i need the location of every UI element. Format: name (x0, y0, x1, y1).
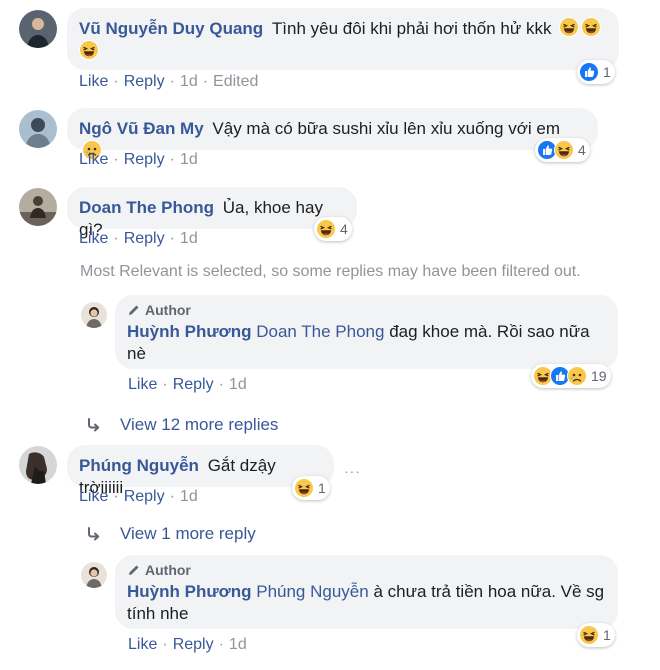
view-more-label[interactable]: View 12 more replies (120, 415, 278, 435)
reply-bubble: Author Huỳnh Phương Doan The Phong đag k… (115, 295, 618, 369)
commenter-name[interactable]: Huỳnh Phương (127, 582, 252, 601)
like-button[interactable]: Like (128, 376, 157, 393)
avatar[interactable] (19, 10, 57, 48)
avatar[interactable] (19, 446, 57, 484)
sad-icon (567, 366, 587, 386)
reaction-summary[interactable]: 4 (314, 217, 352, 241)
comment-text: Vậy mà có bữa sushi xỉu lên xỉu xuống vớ… (212, 119, 560, 138)
reaction-count: 4 (578, 142, 586, 158)
avatar[interactable] (81, 562, 107, 588)
reply-button[interactable]: Reply (173, 636, 214, 653)
haha-icon (559, 17, 579, 37)
reply-button[interactable]: Reply (124, 230, 165, 247)
commenter-name[interactable]: Ngô Vũ Đan My (79, 119, 204, 138)
view-more-replies-link[interactable]: View 12 more replies (86, 415, 278, 435)
avatar[interactable] (19, 188, 57, 226)
timestamp[interactable]: 1d (229, 636, 247, 653)
timestamp[interactable]: 1d (180, 488, 198, 505)
comment-actions: Like · Reply · 1d · Edited (79, 73, 259, 90)
timestamp[interactable]: 1d (180, 230, 198, 247)
like-button[interactable]: Like (79, 488, 108, 505)
comment-text: Tình yêu đôi khi phải hơi thốn hử kkk (271, 19, 552, 38)
reply-bubble: Author Huỳnh Phương Phúng Nguyễn à chưa … (115, 555, 618, 629)
haha-icon (554, 140, 574, 160)
more-options-icon[interactable]: ··· (344, 463, 361, 479)
reply-actions: Like · Reply · 1d (128, 376, 247, 393)
filter-notice: Most Relevant is selected, so some repli… (80, 263, 581, 280)
author-badge: Author (127, 299, 606, 321)
reaction-count: 1 (318, 480, 326, 496)
like-button[interactable]: Like (79, 151, 108, 168)
author-badge: Author (127, 559, 606, 581)
haha-icon (579, 625, 599, 645)
comment-actions: Like · Reply · 1d (79, 230, 198, 247)
like-button[interactable]: Like (128, 636, 157, 653)
haha-icon (79, 40, 99, 60)
pen-icon (127, 563, 141, 577)
haha-icon (581, 17, 601, 37)
reply-button[interactable]: Reply (124, 488, 165, 505)
author-badge-label: Author (145, 562, 191, 578)
mention-link[interactable]: Phúng Nguyễn (256, 582, 368, 601)
reaction-count: 1 (603, 64, 611, 80)
timestamp[interactable]: 1d (229, 376, 247, 393)
mention-link[interactable]: Doan The Phong (256, 322, 384, 341)
reaction-summary[interactable]: 1 (292, 476, 330, 500)
edited-label[interactable]: Edited (213, 73, 258, 90)
reaction-summary[interactable]: 4 (535, 138, 590, 162)
reply-text-continued: tính nhe (127, 604, 189, 623)
reaction-count: 1 (603, 627, 611, 643)
reaction-summary[interactable]: 19 (531, 364, 611, 388)
comment-actions: Like · Reply · 1d (79, 151, 198, 168)
comment-bubble: Vũ Nguyễn Duy Quang Tình yêu đôi khi phả… (67, 8, 619, 70)
reaction-count: 4 (340, 221, 348, 237)
reply-button[interactable]: Reply (124, 73, 165, 90)
author-badge-label: Author (145, 302, 191, 318)
reaction-summary[interactable]: 1 (577, 60, 615, 84)
haha-icon (316, 219, 336, 239)
reply-arrow-icon (86, 417, 102, 433)
commenter-name[interactable]: Phúng Nguyễn (79, 456, 199, 475)
comment-bubble: Ngô Vũ Đan My Vậy mà có bữa sushi xỉu lê… (67, 108, 598, 150)
timestamp[interactable]: 1d (180, 73, 198, 90)
view-more-replies-link[interactable]: View 1 more reply (86, 524, 256, 544)
reply-button[interactable]: Reply (173, 376, 214, 393)
avatar[interactable] (19, 110, 57, 148)
like-button[interactable]: Like (79, 73, 108, 90)
haha-icon (294, 478, 314, 498)
timestamp[interactable]: 1d (180, 151, 198, 168)
reply-actions: Like · Reply · 1d (128, 636, 247, 653)
reaction-summary[interactable]: 1 (577, 623, 615, 647)
commenter-name[interactable]: Vũ Nguyễn Duy Quang (79, 19, 263, 38)
commenter-name[interactable]: Huỳnh Phương (127, 322, 252, 341)
reply-text: à chưa trả tiền hoa nữa. Về sg (368, 582, 605, 601)
reaction-count: 19 (591, 368, 607, 384)
reply-arrow-icon (86, 526, 102, 542)
reply-text: đag khoe mà. Rồi sao nữa (384, 322, 590, 341)
pen-icon (127, 303, 141, 317)
like-button[interactable]: Like (79, 230, 108, 247)
view-more-label[interactable]: View 1 more reply (120, 524, 256, 544)
reply-text-continued: nè (127, 344, 146, 363)
commenter-name[interactable]: Doan The Phong (79, 198, 214, 217)
comment-actions: Like · Reply · 1d (79, 488, 198, 505)
avatar[interactable] (81, 302, 107, 328)
comment-bubble: Doan The Phong Ủa, khoe hay gì? (67, 187, 357, 239)
reply-button[interactable]: Reply (124, 151, 165, 168)
like-icon (579, 62, 599, 82)
